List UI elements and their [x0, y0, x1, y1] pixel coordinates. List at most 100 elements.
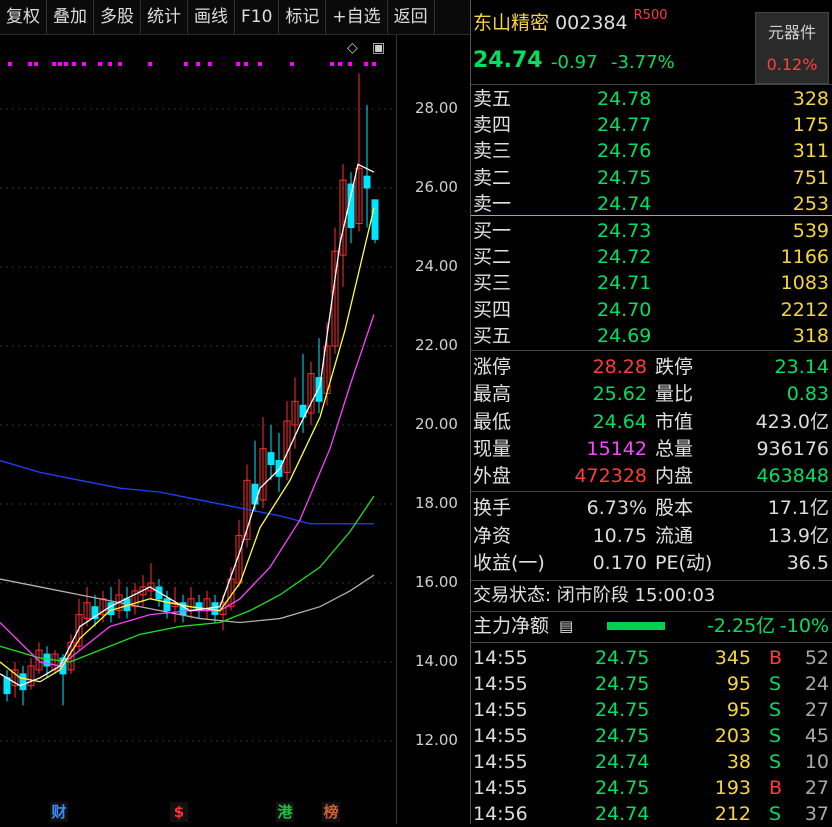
stat-label: 跌停 — [655, 356, 694, 378]
event-marker[interactable]: 港 — [276, 802, 294, 822]
sector-pct: 0.12% — [766, 55, 818, 74]
toolbar-item-6[interactable]: 标记 — [279, 0, 327, 34]
stat-value: 423.0亿 — [755, 410, 829, 433]
stat-label: 换手 — [473, 497, 512, 519]
toolbar-item-3[interactable]: 统计 — [141, 0, 188, 34]
signal-dot — [184, 62, 188, 66]
sector-box[interactable]: 元器件 0.12% — [755, 12, 829, 84]
stat-row: 收益(一) 0.170 PE(动) 36.5 — [471, 550, 832, 576]
candle-body — [163, 598, 171, 612]
order-price: 24.70 — [597, 298, 652, 321]
event-marker[interactable]: $ — [170, 802, 188, 822]
main-flow-row[interactable]: 主力净额 ▤ -2.25亿 -10% — [471, 613, 832, 639]
order-label: 买二 — [473, 246, 512, 269]
stat-row: 涨停 28.28 跌停 23.14 — [471, 354, 832, 380]
trade-status: 交易状态: 闭市阶段 15:00:03 — [473, 585, 716, 606]
tick-volume: 95 — [726, 673, 751, 695]
order-price: 24.75 — [597, 166, 652, 189]
candle-body — [211, 602, 219, 616]
stat-value: 36.5 — [786, 552, 829, 574]
price-tick-label: 22.00 — [415, 336, 458, 354]
tick-side: S — [769, 673, 782, 695]
divider — [471, 611, 832, 612]
stat-row: 换手 6.73% 股本 17.1亿 — [471, 495, 832, 521]
tick-volume: 95 — [726, 699, 751, 721]
stock-tag: R500 — [633, 8, 668, 23]
collapse-icon[interactable]: ▣ — [372, 40, 385, 56]
tick-row: 14:55 24.75 95 S 27 — [471, 697, 832, 723]
tick-price: 24.74 — [595, 803, 650, 825]
signal-dot — [290, 62, 294, 66]
tick-count: 52 — [804, 647, 829, 669]
price-tick-label: 16.00 — [415, 573, 458, 591]
signal-dot — [208, 62, 212, 66]
tick-side: S — [769, 699, 782, 721]
stat-label: 量比 — [655, 383, 694, 406]
candle-body — [251, 483, 259, 505]
tick-count: 45 — [804, 725, 829, 747]
ma-magenta — [0, 314, 375, 667]
tick-side: S — [769, 751, 782, 773]
stat-row: 最高 25.62 量比 0.83 — [471, 381, 832, 407]
price-tick-label: 18.00 — [415, 494, 458, 512]
signal-dot — [34, 62, 38, 66]
tick-price: 24.75 — [595, 673, 650, 695]
stat-value: 25.62 — [592, 383, 647, 406]
candlestick-chart[interactable] — [0, 35, 396, 824]
order-volume: 2212 — [780, 298, 829, 321]
stat-label: 内盘 — [655, 465, 694, 488]
order-label: 买四 — [473, 298, 512, 321]
signal-dot — [108, 62, 112, 66]
event-marker[interactable]: 财 — [50, 802, 68, 822]
tick-count: 27 — [804, 777, 829, 799]
tick-volume: 345 — [714, 647, 751, 669]
stat-row: 最低 24.64 市值 423.0亿 — [471, 409, 832, 435]
candle-body — [363, 175, 371, 189]
event-marker[interactable]: 榜 — [322, 802, 340, 822]
signal-dot — [148, 62, 152, 66]
ma-green — [0, 495, 375, 663]
stat-value: 17.1亿 — [767, 497, 829, 519]
order-price: 24.72 — [597, 246, 652, 269]
tick-time: 14:55 — [473, 699, 528, 721]
diamond-icon[interactable]: ◇ — [347, 40, 358, 56]
signal-dot — [72, 62, 76, 66]
toolbar-item-2[interactable]: 多股 — [94, 0, 141, 34]
signal-dot — [258, 62, 262, 66]
order-volume: 539 — [792, 220, 829, 242]
signal-dot — [82, 62, 86, 66]
order-price: 24.76 — [597, 140, 652, 163]
order-volume: 1166 — [780, 246, 829, 269]
order-label: 卖五 — [473, 88, 512, 110]
list-icon: ▤ — [559, 617, 574, 635]
stat-label: 收益(一) — [473, 552, 545, 574]
toolbar-item-5[interactable]: F10 — [235, 0, 280, 34]
stat-label: PE(动) — [655, 552, 713, 574]
order-price: 24.73 — [597, 220, 652, 242]
tick-row: 14:55 24.75 95 S 24 — [471, 671, 832, 697]
order-volume: 751 — [792, 166, 829, 189]
toolbar-item-7[interactable]: +自选 — [326, 0, 388, 34]
tick-row: 14:55 24.75 193 B 27 — [471, 775, 832, 801]
stat-value: 0.170 — [592, 552, 647, 574]
toolbar-item-4[interactable]: 画线 — [188, 0, 235, 34]
order-label: 卖三 — [473, 140, 512, 163]
candle-body — [371, 199, 379, 240]
stat-value: 936176 — [756, 437, 829, 460]
price-tick-label: 12.00 — [415, 731, 458, 749]
signal-dot — [372, 62, 376, 66]
sell-order-row: 卖五 24.78 328 — [471, 86, 832, 112]
price-tick-label: 28.00 — [415, 99, 458, 117]
toolbar-item-1[interactable]: 叠加 — [47, 0, 94, 34]
stat-value: 6.73% — [586, 497, 647, 519]
toolbar-item-0[interactable]: 复权 — [0, 0, 47, 34]
stat-label: 股本 — [655, 497, 694, 519]
buy-order-row: 买五 24.69 318 — [471, 323, 832, 349]
order-volume: 175 — [792, 114, 829, 137]
tick-time: 14:55 — [473, 673, 528, 695]
toolbar-item-8[interactable]: 返回 — [388, 0, 435, 34]
price-tick-label: 26.00 — [415, 178, 458, 196]
buy-order-row: 买四 24.70 2212 — [471, 297, 832, 323]
buy-order-row: 买三 24.71 1083 — [471, 270, 832, 296]
signal-dot — [58, 62, 62, 66]
